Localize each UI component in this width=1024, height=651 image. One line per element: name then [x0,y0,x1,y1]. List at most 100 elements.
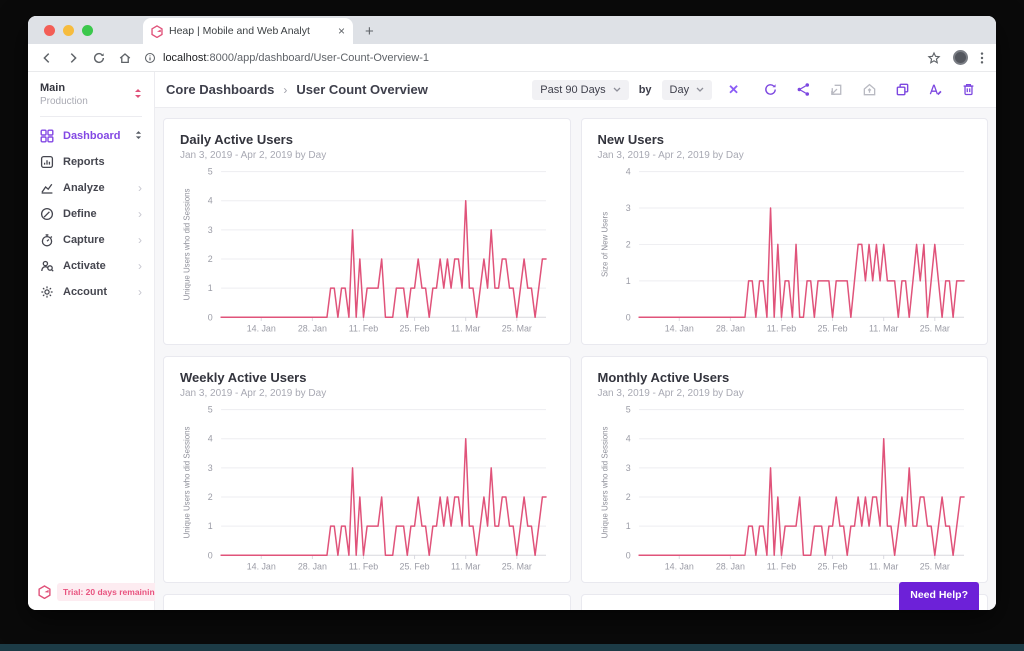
sidebar-item-label: Dashboard [63,130,120,142]
url-bar[interactable]: localhost:8000/app/dashboard/User-Count-… [144,52,915,64]
chart-title: Daily Active Users [180,132,554,147]
reports-icon [40,155,54,169]
sidebar-item-dashboard[interactable]: Dashboard [28,123,154,149]
svg-text:0: 0 [625,550,630,560]
sidebar-item-account[interactable]: Account › [28,279,154,305]
line-chart: 01234514. Jan28. Jan11. Feb25. Feb11. Ma… [180,166,554,340]
svg-text:14. Jan: 14. Jan [247,323,276,333]
sidebar-item-reports[interactable]: Reports [28,149,154,175]
granularity-dropdown[interactable]: Day [662,80,713,100]
svg-text:25. Mar: 25. Mar [502,323,532,333]
chart-card-weekly-active-users[interactable]: Weekly Active Users Jan 3, 2019 - Apr 2,… [163,356,571,583]
sidebar-item-activate[interactable]: Activate › [28,253,154,279]
svg-text:25. Feb: 25. Feb [400,323,430,333]
svg-text:25. Mar: 25. Mar [919,561,949,571]
svg-text:2: 2 [208,254,213,264]
profile-avatar[interactable] [953,50,968,65]
rename-icon[interactable] [928,82,943,97]
svg-text:1: 1 [625,276,630,286]
svg-text:25. Feb: 25. Feb [400,561,430,571]
svg-text:11. Mar: 11. Mar [451,561,480,571]
browser-window: Heap | Mobile and Web Analyt × + localho… [28,16,996,610]
browser-tab[interactable]: Heap | Mobile and Web Analyt × [143,18,353,44]
svg-text:28. Jan: 28. Jan [715,323,744,333]
svg-text:25. Mar: 25. Mar [919,323,949,333]
svg-text:5: 5 [208,405,213,415]
zoom-window-button[interactable] [82,25,93,36]
tab-close-icon[interactable]: × [338,25,345,37]
duplicate-icon[interactable] [895,82,910,97]
close-window-button[interactable] [44,25,55,36]
heap-favicon [151,25,163,38]
svg-text:5: 5 [208,167,213,177]
traffic-lights [44,25,93,36]
chart-subtitle: Jan 3, 2019 - Apr 2, 2019 by Day [180,150,554,161]
dashboard-grid-icon [40,129,54,143]
new-tab-button[interactable]: + [365,24,374,39]
reload-icon[interactable] [92,51,106,65]
svg-text:1: 1 [625,521,630,531]
workspace-name: Main [40,82,88,94]
clear-filter-button[interactable]: ✕ [722,82,745,98]
info-icon[interactable] [144,52,156,64]
trial-banner: Trial: 20 days remaining [38,583,166,601]
svg-text:0: 0 [625,312,630,322]
workspace-env: Production [40,96,88,107]
sidebar-item-define[interactable]: Define › [28,201,154,227]
desktop-strip [0,644,1024,651]
svg-text:5: 5 [625,405,630,415]
sidebar-item-label: Analyze [63,182,105,194]
svg-text:4: 4 [625,434,630,444]
svg-text:28. Jan: 28. Jan [298,561,327,571]
line-chart: 0123414. Jan28. Jan11. Feb25. Feb11. Mar… [598,166,972,340]
chart-subtitle: Jan 3, 2019 - Apr 2, 2019 by Day [180,388,554,399]
chevron-down-icon [613,87,621,92]
workspace-switcher[interactable]: Main Production [28,72,154,107]
move-to-icon[interactable] [829,82,844,97]
sidebar-item-label: Capture [63,234,105,246]
refresh-icon[interactable] [763,82,778,97]
minimize-window-button[interactable] [63,25,74,36]
home-pin-icon[interactable] [862,82,877,97]
need-help-button[interactable]: Need Help? [899,582,979,610]
breadcrumb-parent[interactable]: Core Dashboards [166,82,274,97]
account-gear-icon [40,285,54,299]
svg-text:25. Feb: 25. Feb [817,561,847,571]
svg-text:11. Mar: 11. Mar [869,323,898,333]
chart-card-monthly-active-users[interactable]: Monthly Active Users Jan 3, 2019 - Apr 2… [581,356,989,583]
url-host: localhost [163,52,206,64]
chevron-right-icon: › [138,260,142,272]
forward-icon[interactable] [66,51,80,65]
chevron-right-icon: › [138,286,142,298]
home-icon[interactable] [118,51,132,65]
svg-text:25. Mar: 25. Mar [502,561,532,571]
caret-updown-icon[interactable] [135,130,142,143]
share-icon[interactable] [796,82,811,97]
browser-menu-icon[interactable] [980,51,984,65]
sidebar-item-analyze[interactable]: Analyze › [28,175,154,201]
svg-text:0: 0 [208,312,213,322]
breadcrumb-current: User Count Overview [296,82,428,97]
svg-text:11. Feb: 11. Feb [766,561,795,571]
svg-text:14. Jan: 14. Jan [247,561,276,571]
workspace-caret-icon[interactable] [134,86,142,104]
svg-text:14. Jan: 14. Jan [664,323,693,333]
svg-text:1: 1 [208,283,213,293]
chart-title: Weekly Active Users [180,370,554,385]
sidebar-item-label: Activate [63,260,106,272]
activate-user-icon [40,259,54,273]
date-range-dropdown[interactable]: Past 90 Days [532,80,628,100]
chart-card-daily-active-users[interactable]: Daily Active Users Jan 3, 2019 - Apr 2, … [163,118,571,345]
sidebar-item-capture[interactable]: Capture › [28,227,154,253]
back-icon[interactable] [40,51,54,65]
define-pen-icon [40,207,54,221]
chart-card-total-user-count[interactable]: Total User Count [163,594,571,610]
chart-card-new-users[interactable]: New Users Jan 3, 2019 - Apr 2, 2019 by D… [581,118,989,345]
trial-badge[interactable]: Trial: 20 days remaining [57,583,166,601]
bookmark-star-icon[interactable] [927,51,941,65]
delete-trash-icon[interactable] [961,82,976,97]
svg-text:11. Feb: 11. Feb [766,323,795,333]
svg-text:1: 1 [208,521,213,531]
tab-title: Heap | Mobile and Web Analyt [169,25,332,37]
sidebar-item-label: Account [63,286,107,298]
